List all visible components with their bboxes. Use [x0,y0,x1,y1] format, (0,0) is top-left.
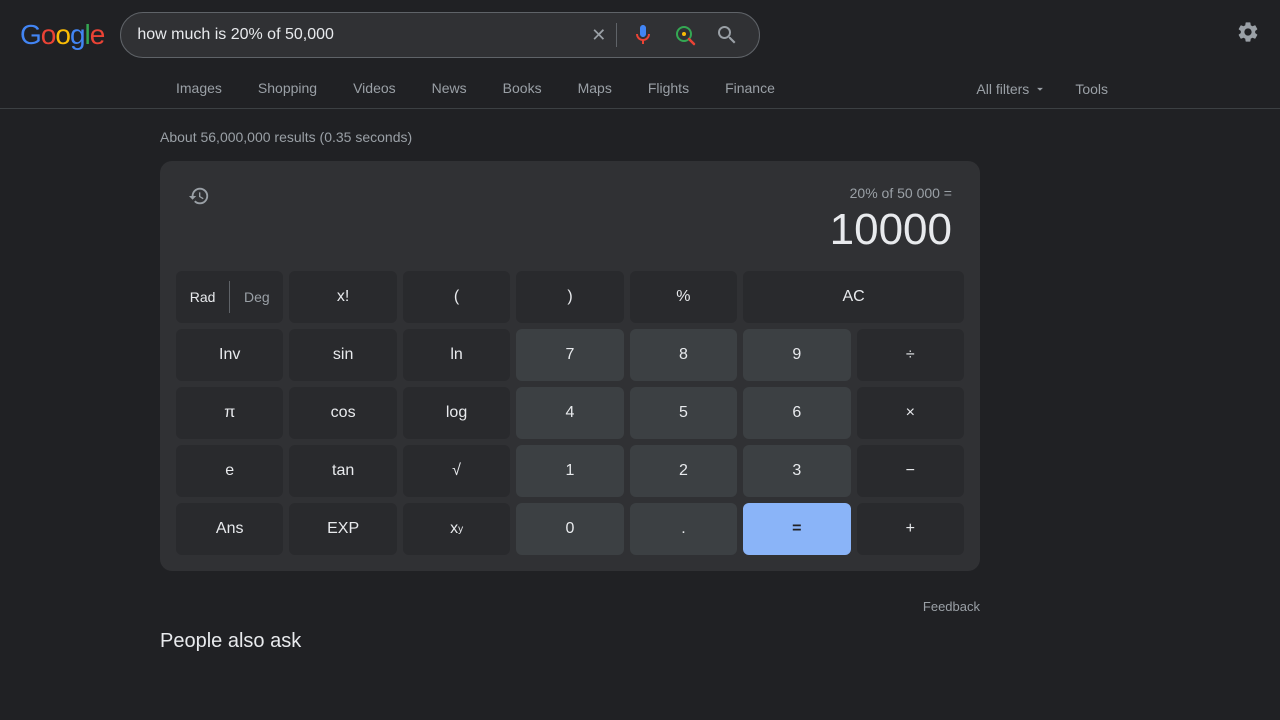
clear-button[interactable]: ✕ [591,25,606,46]
ac-button[interactable]: AC [743,271,964,323]
tab-flights[interactable]: Flights [632,70,705,109]
search-bar-divider [616,23,617,47]
divide-button[interactable]: ÷ [857,329,964,381]
search-bar: ✕ [120,12,760,58]
four-button[interactable]: 4 [516,387,623,439]
chevron-down-icon [1033,82,1047,96]
calculator-display: 20% of 50 000 = 10000 [176,177,964,271]
feedback-link[interactable]: Feedback [923,599,980,614]
factorial-button[interactable]: x! [289,271,396,323]
tab-images[interactable]: Images [160,70,238,109]
rad-deg-button[interactable]: Rad Deg [176,271,283,323]
calculator-widget: 20% of 50 000 = 10000 Rad Deg x! ( ) % A… [160,161,980,571]
tab-shopping[interactable]: Shopping [242,70,333,109]
two-button[interactable]: 2 [630,445,737,497]
equals-button[interactable]: = [743,503,850,555]
feedback-row: Feedback [160,591,980,622]
one-button[interactable]: 1 [516,445,623,497]
all-filters-label: All filters [976,81,1029,97]
header: Google ✕ [0,0,1280,70]
log-button[interactable]: log [403,387,510,439]
all-filters-button[interactable]: All filters [964,73,1059,105]
nav-right: All filters Tools [964,73,1120,105]
calc-expression: 20% of 50 000 = [830,185,952,201]
tab-news[interactable]: News [416,70,483,109]
google-logo: Google [20,19,104,51]
open-paren-button[interactable]: ( [403,271,510,323]
calculator-keypad: Rad Deg x! ( ) % AC Inv sin ln 7 8 9 ÷ π… [176,271,964,555]
zero-button[interactable]: 0 [516,503,623,555]
search-submit-button[interactable] [711,19,743,51]
voice-search-button[interactable] [627,19,659,51]
eight-button[interactable]: 8 [630,329,737,381]
mic-icon [631,23,655,47]
subtract-button[interactable]: − [857,445,964,497]
percent-button[interactable]: % [630,271,737,323]
main-content: About 56,000,000 results (0.35 seconds) … [0,109,1280,673]
calc-answer: 10000 [830,205,952,255]
close-paren-button[interactable]: ) [516,271,623,323]
nav-tabs: Images Shopping Videos News Books Maps F… [0,70,1280,109]
search-input[interactable] [137,26,581,44]
ans-button[interactable]: Ans [176,503,283,555]
gear-icon [1236,20,1260,44]
sqrt-button[interactable]: √ [403,445,510,497]
seven-button[interactable]: 7 [516,329,623,381]
history-button[interactable] [188,185,210,213]
tab-videos[interactable]: Videos [337,70,412,109]
tab-maps[interactable]: Maps [562,70,628,109]
exp-button[interactable]: EXP [289,503,396,555]
cos-button[interactable]: cos [289,387,396,439]
people-also-ask-title: People also ask [160,630,1120,653]
deg-label: Deg [230,271,283,323]
lens-icon [673,23,697,47]
tab-books[interactable]: Books [487,70,558,109]
three-button[interactable]: 3 [743,445,850,497]
power-button[interactable]: xy [403,503,510,555]
settings-button[interactable] [1236,20,1260,50]
lens-search-button[interactable] [669,19,701,51]
ln-button[interactable]: ln [403,329,510,381]
six-button[interactable]: 6 [743,387,850,439]
nine-button[interactable]: 9 [743,329,850,381]
results-count: About 56,000,000 results (0.35 seconds) [160,129,1120,145]
decimal-button[interactable]: . [630,503,737,555]
header-right [1236,20,1260,50]
history-icon [188,185,210,207]
euler-button[interactable]: e [176,445,283,497]
inv-button[interactable]: Inv [176,329,283,381]
tan-button[interactable]: tan [289,445,396,497]
tab-finance[interactable]: Finance [709,70,791,109]
search-icon [715,23,739,47]
add-button[interactable]: + [857,503,964,555]
multiply-button[interactable]: × [857,387,964,439]
sin-button[interactable]: sin [289,329,396,381]
five-button[interactable]: 5 [630,387,737,439]
calc-result-area: 20% of 50 000 = 10000 [830,185,952,255]
pi-button[interactable]: π [176,387,283,439]
tools-button[interactable]: Tools [1063,73,1120,105]
rad-label: Rad [176,271,229,323]
